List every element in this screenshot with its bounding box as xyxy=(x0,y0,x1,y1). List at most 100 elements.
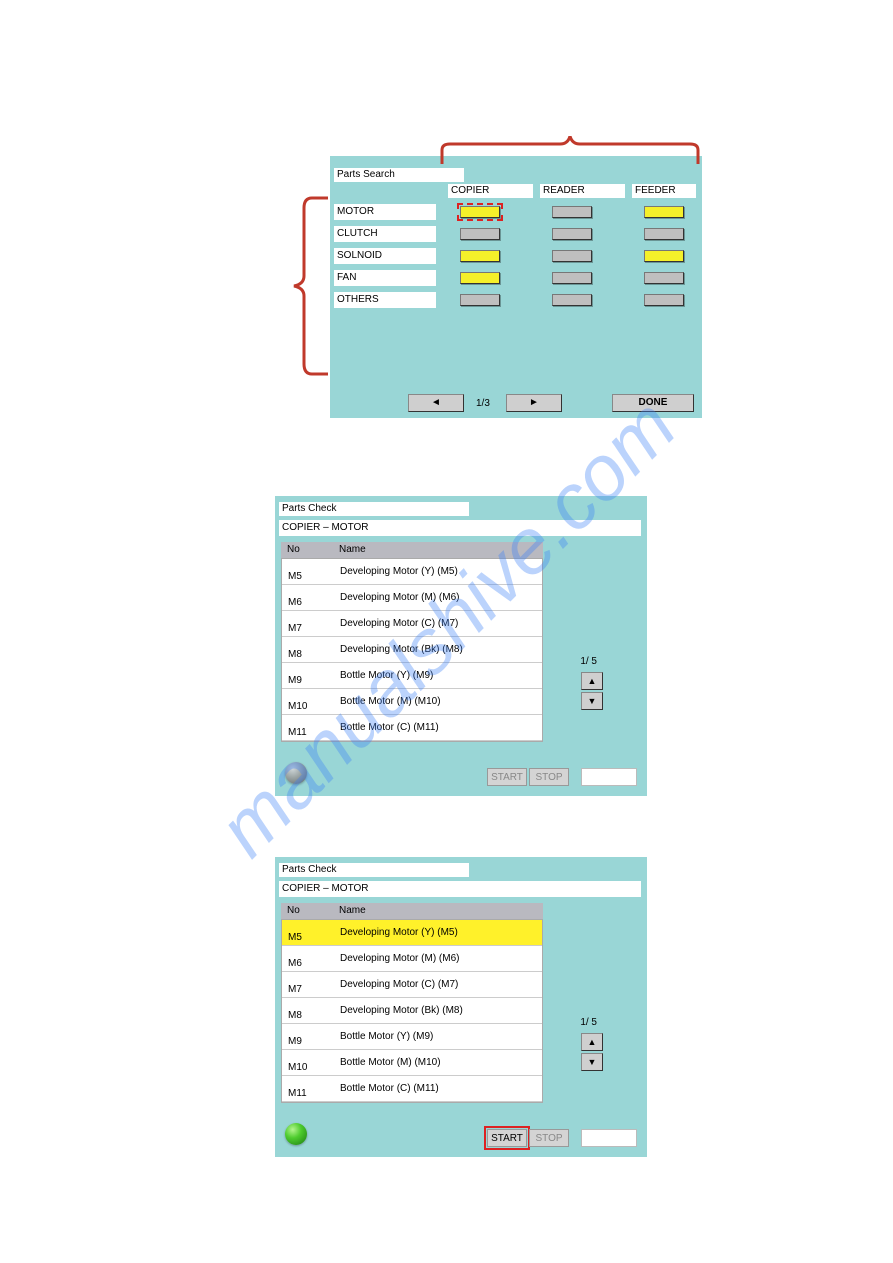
panel-title: Parts Check xyxy=(279,863,469,877)
grid-button[interactable] xyxy=(644,206,684,218)
triangle-down-icon: ▼ xyxy=(588,1057,597,1067)
triangle-up-icon: ▲ xyxy=(588,1037,597,1047)
row-header-fan: FAN xyxy=(334,270,436,286)
cell-no: M9 xyxy=(282,663,338,688)
status-orb-icon xyxy=(285,762,307,784)
page-indicator: 1/3 xyxy=(476,398,490,409)
grid-button[interactable] xyxy=(644,294,684,306)
cell-name: Bottle Motor (Y) (M9) xyxy=(338,1024,542,1049)
cell-no: M6 xyxy=(282,946,338,971)
row-header-solnoid: SOLNOID xyxy=(334,248,436,264)
row-header-clutch: CLUTCH xyxy=(334,226,436,242)
page-up-button[interactable]: ▲ xyxy=(581,672,603,690)
table-row[interactable]: M10Bottle Motor (M) (M10) xyxy=(282,689,542,715)
grid-button[interactable] xyxy=(460,206,500,218)
grid-button[interactable] xyxy=(644,272,684,284)
panel-subtitle: COPIER – MOTOR xyxy=(279,881,641,897)
grid-button[interactable] xyxy=(644,250,684,262)
table-row[interactable]: M5Developing Motor (Y) (M5) xyxy=(282,920,542,946)
cell-name: Bottle Motor (C) (M11) xyxy=(338,1076,542,1101)
page-indicator: 1/ 5 xyxy=(580,656,597,667)
grid-button[interactable] xyxy=(460,250,500,262)
cell-name: Developing Motor (C) (M7) xyxy=(338,972,542,997)
table-row[interactable]: M8Developing Motor (Bk) (M8) xyxy=(282,998,542,1024)
table-row[interactable]: M6Developing Motor (M) (M6) xyxy=(282,946,542,972)
col-no: No xyxy=(281,903,337,919)
cell-name: Developing Motor (Bk) (M8) xyxy=(338,637,542,662)
prev-page-button[interactable]: ◄ xyxy=(408,394,464,412)
stop-button[interactable]: STOP xyxy=(529,1129,569,1147)
cell-name: Developing Motor (Y) (M5) xyxy=(338,920,542,945)
cell-no: M9 xyxy=(282,1024,338,1049)
output-field xyxy=(581,1129,637,1147)
table-header: No Name xyxy=(281,542,543,558)
parts-check-panel-1: Parts Check COPIER – MOTOR No Name M5Dev… xyxy=(275,496,647,796)
table-row[interactable]: M6Developing Motor (M) (M6) xyxy=(282,585,542,611)
grid-button[interactable] xyxy=(552,294,592,306)
triangle-left-icon: ◄ xyxy=(431,397,441,408)
grid-button[interactable] xyxy=(460,228,500,240)
cell-no: M8 xyxy=(282,998,338,1023)
col-name: Name xyxy=(337,542,543,558)
cell-name: Bottle Motor (M) (M10) xyxy=(338,689,542,714)
triangle-down-icon: ▼ xyxy=(588,696,597,706)
table-row[interactable]: M10Bottle Motor (M) (M10) xyxy=(282,1050,542,1076)
grid-button[interactable] xyxy=(552,206,592,218)
cell-no: M7 xyxy=(282,611,338,636)
cell-name: Developing Motor (Y) (M5) xyxy=(338,559,542,584)
left-brace xyxy=(290,196,330,376)
cell-no: M5 xyxy=(282,559,338,584)
page-up-button[interactable]: ▲ xyxy=(581,1033,603,1051)
cell-no: M10 xyxy=(282,689,338,714)
panel-title: Parts Search xyxy=(334,168,464,182)
cell-name: Bottle Motor (C) (M11) xyxy=(338,715,542,740)
cell-no: M7 xyxy=(282,972,338,997)
cell-name: Developing Motor (C) (M7) xyxy=(338,611,542,636)
col-no: No xyxy=(281,542,337,558)
done-button[interactable]: DONE xyxy=(612,394,694,412)
table-row[interactable]: M5Developing Motor (Y) (M5) xyxy=(282,559,542,585)
table-header: No Name xyxy=(281,903,543,919)
next-page-button[interactable]: ► xyxy=(506,394,562,412)
top-brace xyxy=(440,136,700,166)
grid-button[interactable] xyxy=(552,250,592,262)
row-header-others: OTHERS xyxy=(334,292,436,308)
table-row[interactable]: M9Bottle Motor (Y) (M9) xyxy=(282,663,542,689)
table-row[interactable]: M11Bottle Motor (C) (M11) xyxy=(282,1076,542,1102)
cell-no: M11 xyxy=(282,1076,338,1101)
table-row[interactable]: M7Developing Motor (C) (M7) xyxy=(282,611,542,637)
grid-button[interactable] xyxy=(460,294,500,306)
grid-button[interactable] xyxy=(552,228,592,240)
page-indicator: 1/ 5 xyxy=(580,1017,597,1028)
cell-no: M11 xyxy=(282,715,338,740)
table-row[interactable]: M7Developing Motor (C) (M7) xyxy=(282,972,542,998)
cell-no: M10 xyxy=(282,1050,338,1075)
col-name: Name xyxy=(337,903,543,919)
page-down-button[interactable]: ▼ xyxy=(581,692,603,710)
start-button[interactable]: START xyxy=(487,768,527,786)
panel-title: Parts Check xyxy=(279,502,469,516)
table-row[interactable]: M11Bottle Motor (C) (M11) xyxy=(282,715,542,741)
cell-name: Bottle Motor (Y) (M9) xyxy=(338,663,542,688)
stop-button[interactable]: STOP xyxy=(529,768,569,786)
cell-name: Developing Motor (Bk) (M8) xyxy=(338,998,542,1023)
cell-name: Bottle Motor (M) (M10) xyxy=(338,1050,542,1075)
start-button[interactable]: START xyxy=(487,1129,527,1147)
triangle-up-icon: ▲ xyxy=(588,676,597,686)
col-header-reader: READER xyxy=(540,184,625,198)
table-row[interactable]: M9Bottle Motor (Y) (M9) xyxy=(282,1024,542,1050)
parts-check-panel-2: Parts Check COPIER – MOTOR No Name M5Dev… xyxy=(275,857,647,1157)
page-down-button[interactable]: ▼ xyxy=(581,1053,603,1071)
triangle-right-icon: ► xyxy=(529,397,539,408)
cell-no: M6 xyxy=(282,585,338,610)
cell-no: M8 xyxy=(282,637,338,662)
grid-button[interactable] xyxy=(644,228,684,240)
grid-button[interactable] xyxy=(460,272,500,284)
status-orb-icon xyxy=(285,1123,307,1145)
panel-subtitle: COPIER – MOTOR xyxy=(279,520,641,536)
cell-name: Developing Motor (M) (M6) xyxy=(338,946,542,971)
table-row[interactable]: M8Developing Motor (Bk) (M8) xyxy=(282,637,542,663)
row-header-motor: MOTOR xyxy=(334,204,436,220)
cell-name: Developing Motor (M) (M6) xyxy=(338,585,542,610)
grid-button[interactable] xyxy=(552,272,592,284)
